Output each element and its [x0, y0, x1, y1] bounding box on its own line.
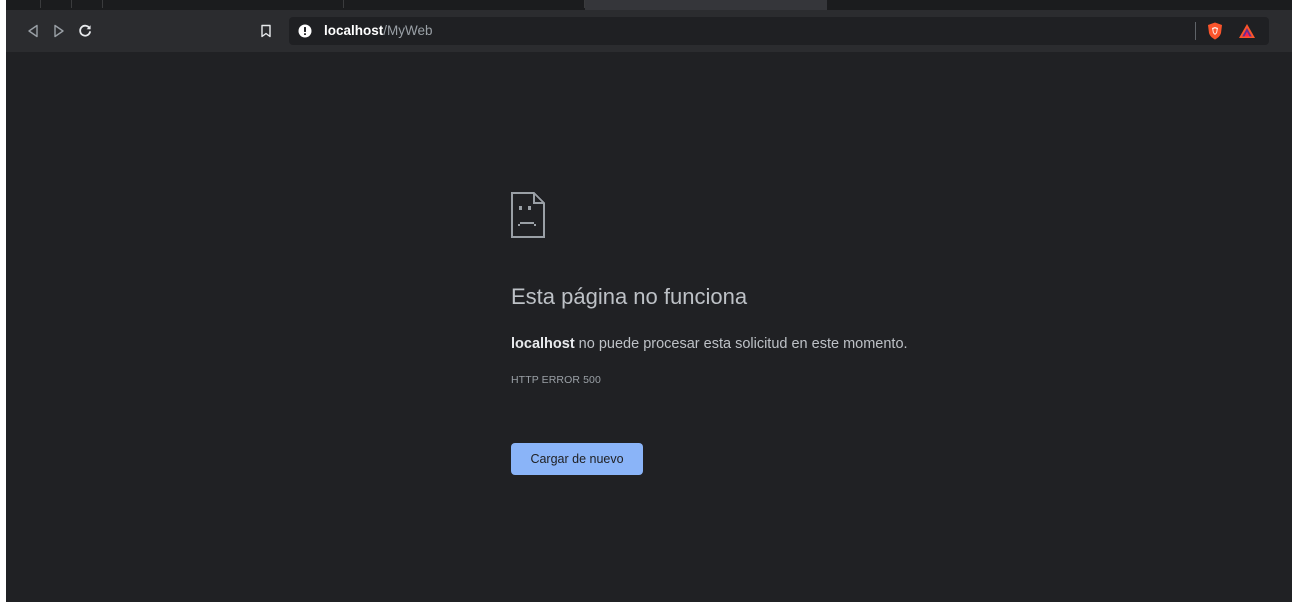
url-text[interactable]: localhost/MyWeb — [324, 17, 433, 45]
forward-icon — [54, 24, 64, 38]
forward-button[interactable] — [46, 10, 72, 52]
url-path: /MyWeb — [383, 23, 433, 38]
url-host: localhost — [324, 23, 384, 38]
error-description: localhost no puede procesar esta solicit… — [511, 336, 908, 352]
error-title: Esta página no funciona — [511, 284, 748, 309]
reload-button[interactable] — [72, 10, 98, 52]
omnibox-divider — [1195, 22, 1196, 40]
address-bar[interactable]: localhost/MyWeb — [289, 17, 1269, 45]
tab[interactable] — [6, 0, 41, 8]
browser-toolbar: localhost/MyWeb — [6, 10, 1292, 52]
tab[interactable] — [103, 0, 344, 8]
browser-window: localhost/MyWeb Esta página no funciona … — [6, 0, 1292, 602]
back-button[interactable] — [20, 10, 46, 52]
sad-page-icon — [511, 192, 545, 238]
tab[interactable] — [344, 0, 585, 8]
brave-shield-icon[interactable] — [1207, 22, 1223, 40]
tab-active[interactable] — [585, 0, 827, 10]
brave-rewards-icon[interactable] — [1238, 23, 1256, 39]
bookmark-button[interactable] — [253, 10, 279, 52]
reload-icon — [79, 24, 91, 37]
tab[interactable] — [72, 0, 103, 8]
bookmark-icon — [261, 24, 271, 38]
reload-page-button[interactable]: Cargar de nuevo — [511, 443, 643, 475]
error-code: HTTP ERROR 500 — [511, 374, 601, 386]
error-page: Esta página no funciona localhost no pue… — [6, 52, 1292, 602]
tab[interactable] — [41, 0, 72, 8]
error-host: localhost — [511, 336, 575, 352]
info-icon[interactable] — [298, 24, 312, 38]
back-icon — [28, 24, 38, 38]
tab-strip — [6, 0, 1292, 10]
error-description-text: no puede procesar esta solicitud en este… — [574, 336, 908, 352]
